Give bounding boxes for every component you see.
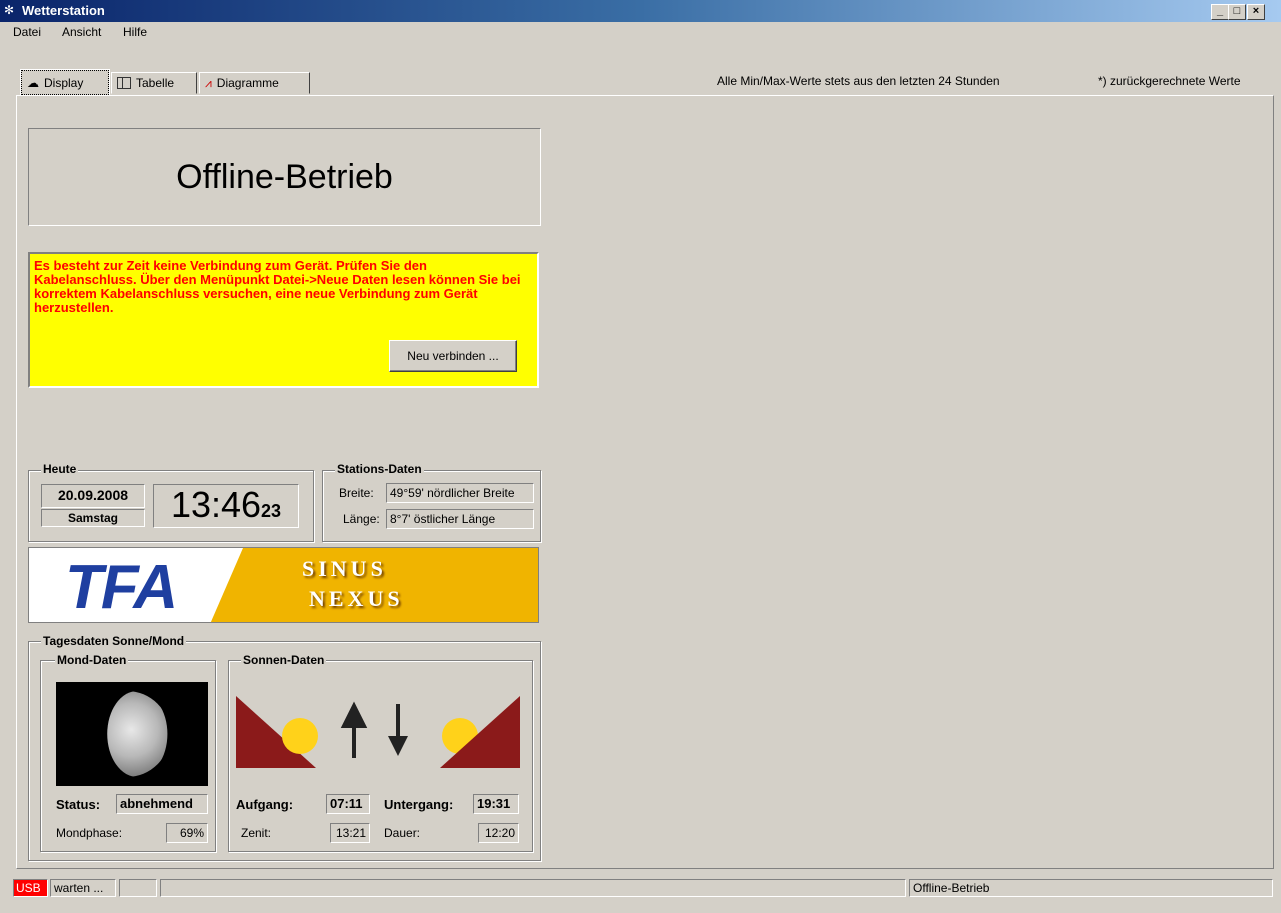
title-bar: ✻ Wetterstation _ □ × (0, 0, 1281, 22)
mode-status: Offline-Betrieb (909, 879, 1273, 897)
display-icon: ☁ (27, 75, 39, 90)
tab-tabelle-label: Tabelle (136, 76, 175, 90)
chart-icon: ⩘ (205, 75, 212, 90)
weekday-field: Samstag (41, 509, 145, 527)
duration-label: Dauer: (384, 826, 421, 840)
tab-diagramme[interactable]: ⩘ Diagramme (199, 72, 310, 94)
usb-indicator: USB (13, 879, 48, 897)
sunset-field: 19:31 (473, 794, 519, 814)
sunrise-field: 07:11 (326, 794, 370, 814)
lon-field: 8°7' östlicher Länge (386, 509, 534, 529)
paw-icon: ✻ (4, 3, 15, 17)
clock-field: 13:46 23 (153, 484, 299, 528)
connection-status: warten ... (50, 879, 116, 897)
sunmoon-label: Tagesdaten Sonne/Mond (41, 634, 187, 648)
sunrise-label: Aufgang: (236, 797, 294, 812)
offline-banner: Offline-Betrieb (28, 128, 541, 226)
sun-label: Sonnen-Daten (241, 653, 327, 667)
reconnect-button[interactable]: Neu verbinden ... (389, 340, 517, 372)
arrow-down-icon (388, 736, 408, 756)
tab-tabelle[interactable]: Tabelle (111, 72, 197, 94)
zenith-field: 13:21 (330, 823, 370, 843)
moon-phase-label: Mondphase: (56, 826, 123, 840)
today-label: Heute (41, 462, 79, 476)
moon-phase-field: 69% (166, 823, 208, 843)
minmax-note: Alle Min/Max-Werte stets aus den letzten… (717, 74, 1000, 88)
table-icon (117, 77, 131, 89)
arrow-up-icon (340, 701, 368, 758)
status-panel-empty (119, 879, 157, 897)
tab-display-label: Display (44, 75, 84, 90)
nexus-text: NEXUS (309, 586, 404, 611)
station-group (322, 470, 541, 542)
zenith-label: Zenit: (241, 826, 272, 840)
tab-display[interactable]: ☁ Display (20, 69, 110, 96)
menu-ansicht[interactable]: Ansicht (62, 25, 101, 39)
moon-label: Mond-Daten (55, 653, 129, 667)
lat-label: Breite: (339, 486, 374, 500)
maximize-button[interactable]: □ (1228, 4, 1246, 20)
warning-text: Es besteht zur Zeit keine Verbindung zum… (34, 258, 521, 315)
clock-seconds: 23 (261, 501, 282, 521)
moon-status-field: abnehmend (116, 794, 208, 814)
tab-diagramme-label: Diagramme (216, 76, 279, 90)
tfa-banner: TFA SINUS NEXUS (28, 547, 539, 623)
sun-graphics (236, 696, 520, 768)
window-title: Wetterstation (22, 3, 105, 18)
lat-field: 49°59' nördlicher Breite (386, 483, 534, 503)
lon-label: Länge: (343, 512, 380, 526)
menu-datei[interactable]: Datei (13, 25, 41, 39)
moon-status-label: Status: (56, 797, 101, 812)
minimize-button[interactable]: _ (1211, 4, 1229, 20)
warning-box: Es besteht zur Zeit keine Verbindung zum… (28, 252, 539, 388)
date-field: 20.09.2008 (41, 484, 145, 508)
progress-bar (160, 879, 906, 897)
close-button[interactable]: × (1247, 4, 1265, 20)
menu-bar: Datei Ansicht Hilfe (0, 22, 1281, 42)
clock-time: 13:46 (170, 484, 262, 525)
sinus-text: SINUS (302, 556, 387, 581)
moon-image (56, 682, 208, 786)
sunrise-icon (282, 718, 318, 754)
duration-field: 12:20 (478, 823, 519, 843)
menu-hilfe[interactable]: Hilfe (123, 25, 147, 39)
tfa-logo: TFA (65, 553, 178, 622)
station-label: Stations-Daten (335, 462, 424, 476)
calc-note: *) zurückgerechnete Werte (1098, 74, 1241, 88)
moon-icon (107, 691, 168, 777)
sunset-label: Untergang: (384, 797, 454, 812)
